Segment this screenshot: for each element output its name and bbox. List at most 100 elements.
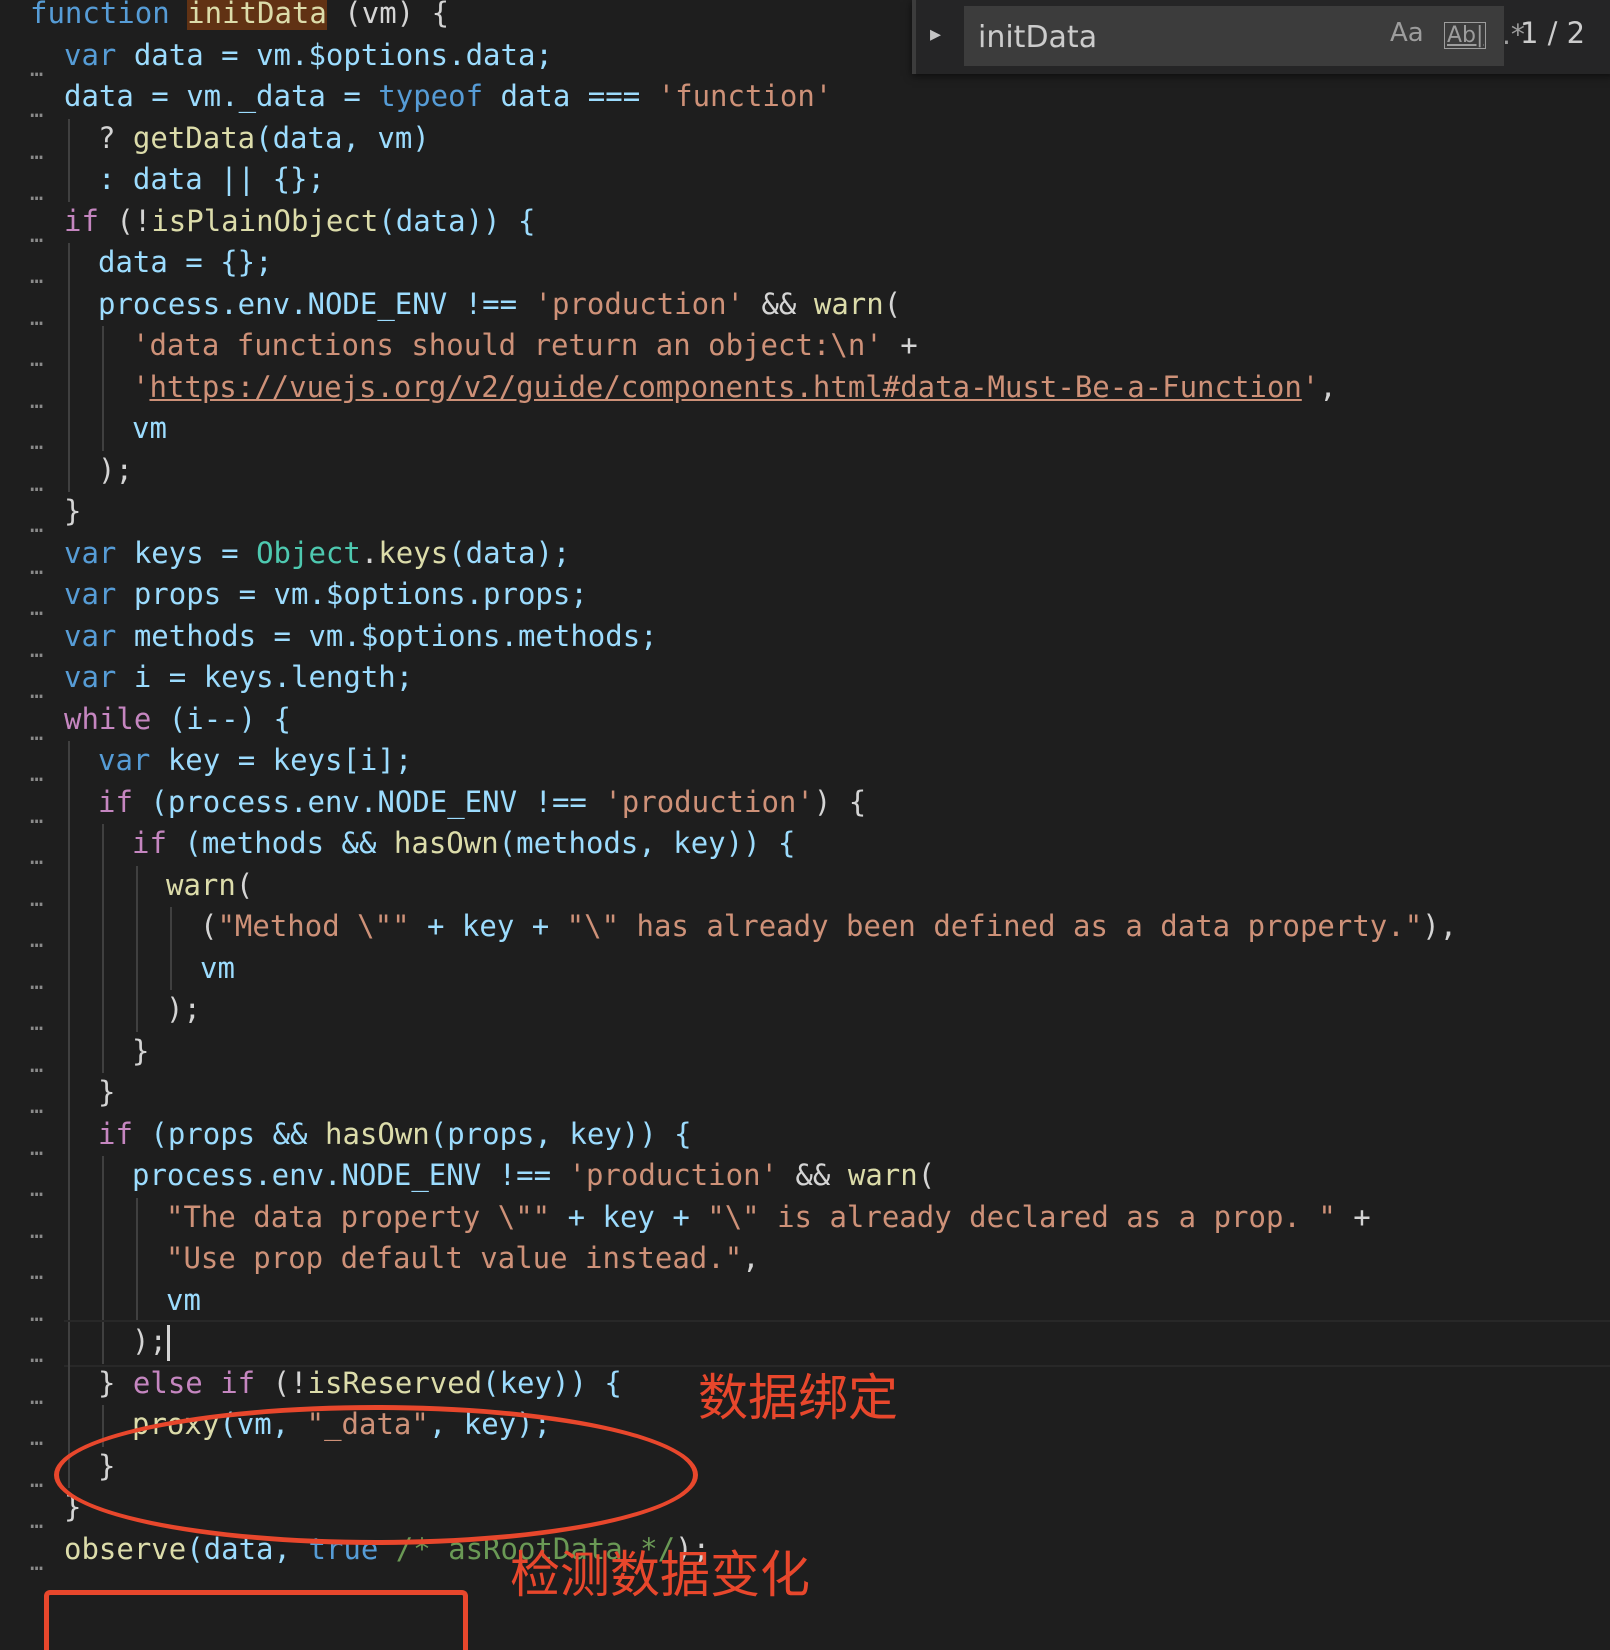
fold-marker[interactable]: … — [30, 1137, 43, 1159]
code-token: warn — [166, 867, 236, 902]
fold-marker[interactable]: … — [30, 1386, 43, 1408]
code-line[interactable]: warn( — [166, 864, 253, 907]
fold-marker[interactable]: … — [30, 556, 43, 578]
indent-guide — [136, 990, 138, 1032]
fold-marker[interactable]: … — [30, 432, 43, 454]
fold-marker[interactable]: … — [30, 1096, 43, 1118]
fold-marker[interactable]: … — [30, 1469, 43, 1491]
fold-marker[interactable]: … — [30, 1552, 43, 1574]
fold-marker[interactable]: … — [30, 1345, 43, 1367]
code-line[interactable]: ? getData(data, vm) — [98, 117, 430, 160]
code-token: getData — [132, 120, 256, 155]
fold-marker[interactable]: … — [30, 224, 43, 246]
fold-marker[interactable]: … — [30, 349, 43, 371]
code-line[interactable]: process.env.NODE_ENV !== 'production' &&… — [98, 283, 901, 326]
fold-marker[interactable]: … — [30, 930, 43, 952]
code-line[interactable]: "The data property \"" + key + "\" is al… — [166, 1196, 1371, 1239]
fold-marker[interactable]: … — [30, 1511, 43, 1533]
code-line[interactable]: if (methods && hasOwn(methods, key)) { — [132, 822, 795, 865]
code-token: "Method \"" — [217, 909, 410, 943]
fold-marker[interactable]: … — [30, 100, 43, 122]
indent-guide — [102, 409, 104, 451]
fold-marker[interactable]: … — [30, 764, 43, 786]
code-line[interactable]: 'data functions should return an object:… — [132, 324, 918, 367]
fold-marker[interactable]: … — [30, 598, 43, 620]
indent-guide — [68, 1114, 70, 1156]
find-input[interactable] — [976, 16, 1360, 58]
whole-word-toggle[interactable]: Ab| — [1444, 22, 1487, 49]
code-line[interactable]: function initData (vm) { — [30, 0, 449, 35]
code-token: hasOwn — [324, 1116, 430, 1151]
fold-marker[interactable]: … — [30, 1013, 43, 1035]
code-line[interactable]: var methods = vm.$options.methods; — [64, 615, 658, 658]
fold-marker[interactable]: … — [30, 1428, 43, 1450]
fold-marker[interactable]: … — [30, 971, 43, 993]
code-line[interactable]: var i = keys.length; — [64, 656, 413, 699]
code-line[interactable]: if (process.env.NODE_ENV !== 'production… — [98, 781, 866, 824]
code-token: vm — [132, 411, 167, 445]
fold-marker[interactable]: … — [30, 639, 43, 661]
code-line[interactable]: data = vm._data = typeof data === 'funct… — [64, 75, 832, 118]
fold-marker[interactable]: … — [30, 473, 43, 495]
fold-marker[interactable]: … — [30, 722, 43, 744]
code-token: ); — [166, 992, 201, 1026]
code-line[interactable]: ); — [98, 449, 133, 492]
fold-marker[interactable]: … — [30, 1179, 43, 1201]
fold-marker[interactable]: … — [30, 1303, 43, 1325]
fold-marker[interactable]: … — [30, 1262, 43, 1284]
code-token: ( — [235, 867, 254, 902]
code-line[interactable]: ("Method \"" + key + "\" has already bee… — [200, 905, 1457, 948]
code-line[interactable]: var data = vm.$options.data; — [64, 34, 553, 77]
fold-marker[interactable]: … — [30, 307, 43, 329]
code-line[interactable]: var props = vm.$options.props; — [64, 573, 588, 616]
code-line[interactable]: ); — [166, 988, 201, 1031]
code-line[interactable]: var key = keys[i]; — [98, 739, 412, 782]
code-token: typeof — [378, 79, 484, 113]
fold-marker[interactable]: … — [30, 515, 43, 537]
indent-guide — [68, 118, 70, 160]
code-line[interactable]: 'https://vuejs.org/v2/guide/components.h… — [132, 366, 1337, 409]
code-token: } — [132, 1033, 150, 1068]
chevron-right-icon[interactable]: ▸ — [930, 22, 950, 52]
code-line[interactable]: } else if (!isReserved(key)) { — [98, 1362, 622, 1405]
code-line[interactable]: if (!isPlainObject(data)) { — [64, 200, 535, 243]
code-line[interactable]: } — [98, 1071, 115, 1114]
code-token: + — [1335, 1199, 1371, 1234]
code-line[interactable]: while (i--) { — [64, 698, 291, 741]
code-token: data === — [483, 79, 658, 113]
indent-guide — [102, 367, 104, 409]
fold-marker[interactable]: … — [30, 805, 43, 827]
indent-guide — [102, 1322, 104, 1364]
code-line[interactable]: } — [64, 490, 81, 533]
indent-guide — [68, 450, 70, 492]
code-line[interactable]: } — [132, 1030, 149, 1073]
indent-guide — [136, 1197, 138, 1239]
fold-marker[interactable]: … — [30, 1220, 43, 1242]
code-line[interactable]: vm — [132, 407, 167, 450]
fold-marker[interactable]: … — [30, 390, 43, 412]
fold-marker[interactable]: … — [30, 1054, 43, 1076]
code-line[interactable]: vm — [166, 1279, 201, 1322]
code-token: (methods, key)) { — [498, 826, 796, 860]
code-line[interactable]: var keys = Object.keys(data); — [64, 532, 570, 575]
match-case-toggle[interactable]: Aa — [1390, 18, 1424, 48]
code-line[interactable]: if (props && hasOwn(props, key)) { — [98, 1113, 692, 1156]
code-token: if — [132, 826, 167, 860]
fold-marker[interactable]: … — [30, 141, 43, 163]
code-token: && — [744, 286, 814, 321]
fold-marker[interactable]: … — [30, 681, 43, 703]
fold-marker[interactable]: … — [30, 266, 43, 288]
fold-marker[interactable]: … — [30, 888, 43, 910]
fold-marker[interactable]: … — [30, 183, 43, 205]
code-token: var — [64, 660, 117, 694]
fold-marker[interactable]: … — [30, 847, 43, 869]
code-token: ' — [132, 369, 150, 404]
code-line[interactable]: : data || {}; — [98, 158, 325, 201]
code-line[interactable]: vm — [200, 947, 235, 990]
code-line[interactable]: data = {}; — [98, 241, 273, 284]
fold-marker[interactable]: … — [30, 58, 43, 80]
code-line[interactable]: "Use prop default value instead.", — [166, 1237, 760, 1280]
code-line[interactable]: process.env.NODE_ENV !== 'production' &&… — [132, 1154, 935, 1197]
indent-guide — [68, 1239, 70, 1281]
